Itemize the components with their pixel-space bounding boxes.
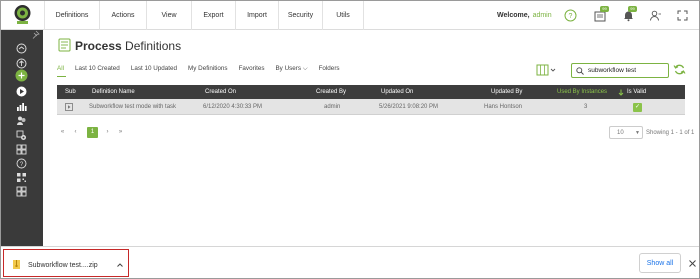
col-created-on[interactable]: Created On [205,89,236,95]
nav-view[interactable]: View [146,1,191,30]
cell-used-by-instances: 3 [584,104,588,110]
grid-icon[interactable] [16,144,27,155]
page-title: Process Definitions [75,39,181,53]
chevron-up-icon[interactable] [116,261,124,269]
qr-icon[interactable] [16,172,27,183]
add-icon[interactable] [15,69,28,82]
process-definitions-icon [58,38,71,52]
alerts-count-badge: 99 [628,6,637,12]
help-icon[interactable]: ? [564,9,577,22]
tab-all[interactable]: All [57,65,64,73]
download-file-name[interactable]: Subworkflow test....zip [28,262,98,269]
first-page-button[interactable]: « [57,127,68,138]
col-created-by[interactable]: Created By [316,89,346,95]
page-title-bold: Process [75,39,122,53]
download-bar: Subworkflow test....zip Show all [1,246,699,278]
settings-icon[interactable] [16,130,27,141]
refresh-icon[interactable] [673,63,686,76]
top-navigation-bar: Definitions Actions View Export Import S… [1,1,699,30]
zip-file-icon [13,260,20,269]
sort-down-icon[interactable] [618,89,624,96]
apps-icon[interactable] [16,186,27,197]
tab-last-10-updated[interactable]: Last 10 Updated [131,65,177,73]
showing-count: Showing 1 - 1 of 1 [646,130,695,136]
welcome-label: Welcome, [497,12,530,19]
welcome-message: Welcome, admin [497,12,552,19]
chevron-down-icon: ▼ [635,130,640,136]
nav-utils[interactable]: Utils [322,1,364,30]
main-menu: Definitions Actions View Export Import S… [44,1,364,30]
user-settings-icon[interactable] [649,9,662,22]
col-used-by-instances[interactable]: Used By Instances [557,89,607,95]
page-1-button[interactable]: 1 [87,126,98,138]
next-page-button[interactable]: › [102,127,113,138]
cell-updated-by: Hans Hontson [484,104,523,110]
page-size-select[interactable]: 10 ▼ [609,126,643,139]
expand-icon[interactable] [677,10,688,21]
svg-text:?: ? [569,13,573,20]
nav-definitions[interactable]: Definitions [44,1,99,30]
nav-export[interactable]: Export [191,1,235,30]
nav-import[interactable]: Import [235,1,278,30]
sidebar: ? [1,30,43,246]
column-chooser-icon[interactable] [536,64,558,76]
filter-tabs: All Last 10 Created Last 10 Updated My D… [57,65,351,73]
download-item[interactable]: Subworkflow test....zip [3,249,129,277]
cell-created-by: admin [324,104,341,110]
pagination: « ‹ 1 › » [57,126,128,138]
col-is-valid[interactable]: Is Valid [627,89,646,95]
col-definition-name[interactable]: Definition Name [92,89,135,95]
svg-text:?: ? [20,162,24,168]
page-title-rest: Definitions [121,39,182,53]
main-content: Process Definitions All Last 10 Created … [43,30,699,246]
dashboard-icon[interactable] [16,43,27,54]
username-link[interactable]: admin [533,12,552,19]
cell-updated-on: 5/26/2021 9:08:20 PM [379,104,439,110]
help-icon[interactable]: ? [16,158,27,169]
nav-security[interactable]: Security [278,1,322,30]
close-icon[interactable] [689,260,696,267]
tab-my-definitions[interactable]: My Definitions [188,65,228,73]
pin-icon[interactable] [31,30,40,39]
col-updated-by[interactable]: Updated By [491,89,522,95]
last-page-button[interactable]: » [115,127,126,138]
analytics-icon[interactable] [16,101,27,112]
users-icon[interactable] [16,115,27,126]
cell-created-on: 6/12/2020 4:30:33 PM [203,104,263,110]
page-size-value: 10 [617,130,624,136]
prev-page-button[interactable]: ‹ [70,127,81,138]
nav-actions[interactable]: Actions [99,1,146,30]
cell-definition-name[interactable]: Subworkflow test mode with task [89,104,176,110]
subworkflow-icon [65,103,73,111]
active-tab-indicator [57,76,66,77]
search-value: subworkflow test [588,67,637,74]
search-input[interactable]: subworkflow test [571,63,669,78]
tab-by-users[interactable]: By Users ⌵ [275,65,307,73]
col-sub[interactable]: Sub [65,89,76,95]
tab-folders[interactable]: Folders [319,65,340,73]
process-icon[interactable] [16,86,27,97]
news-count-badge: 99 [600,6,609,12]
tab-favorites[interactable]: Favorites [239,65,265,73]
table-row[interactable]: Subworkflow test mode with task 6/12/202… [57,99,685,115]
tab-last-10-created[interactable]: Last 10 Created [75,65,120,73]
table-header: Sub Definition Name Created On Created B… [57,85,685,99]
col-updated-on[interactable]: Updated On [381,89,413,95]
upload-icon[interactable] [16,58,27,69]
app-logo-icon[interactable] [14,4,31,25]
search-icon [576,67,584,75]
show-all-button[interactable]: Show all [639,253,681,273]
valid-check-icon: ✓ [633,103,642,112]
